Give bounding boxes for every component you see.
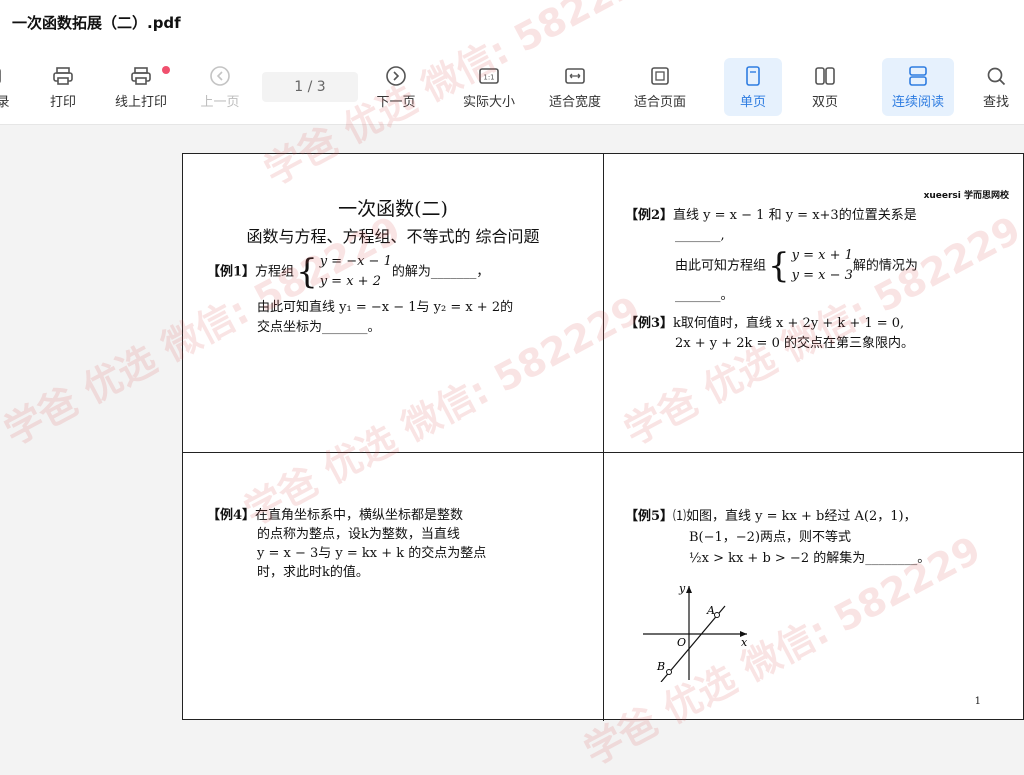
online-print-button[interactable]: 线上打印 [108,58,174,116]
x-axis-label: x [741,636,748,649]
title-bar: 一次函数拓展（二）.pdf [0,0,1024,52]
equation: y = −x − 1 [319,254,392,269]
print-button[interactable]: 打印 [38,58,88,116]
y-axis-arrow [686,586,692,593]
example-2: 【例2】直线 y = x − 1 和 y = x+3的位置关系是 _______… [625,206,1005,306]
actual-size-button[interactable]: 1:1 实际大小 [456,58,522,116]
example-text: _______, [675,228,725,243]
double-page-label: 双页 [811,94,838,110]
fit-width-label: 适合宽度 [548,94,601,110]
example-1: 【例1】方程组{y = −x − 1 y = x + 2 的解为_______， [207,252,587,292]
pdf-page: 一次函数(二) 函数与方程、方程组、不等式的 综合问题 【例1】方程组{y = … [182,153,1024,721]
page-number-input[interactable]: 1 / 3 [262,72,358,102]
example-text: k取何值时，直线 x + 2y + k + 1 = 0, [673,316,905,331]
prev-page-label: 上一页 [200,94,240,110]
cell-divider-horizontal [183,452,1024,453]
brace-glyph: { [296,252,318,292]
example-label: 【例4】 [207,508,256,523]
example-label: 【例1】 [207,264,256,280]
actual-size-label: 实际大小 [462,94,515,110]
chevron-right-circle-icon [385,65,407,87]
example-label: 【例5】 [625,509,674,524]
equation: y = x + 1 [791,248,853,263]
equation-system: y = −x − 1 y = x + 2 [320,252,392,292]
example-text: 由此可知方程组 [675,258,767,274]
search-button[interactable]: 查找 [974,58,1018,116]
cell-topic-title: 一次函数(二) 函数与方程、方程组、不等式的 综合问题 [213,194,573,247]
example-text: 在直角坐标系中，横纵坐标都是整数 [255,508,464,523]
example-5: 【例5】⑴如图，直线 y = kx + b经过 A(2，1)， B(−1，−2)… [625,506,1015,569]
search-label: 查找 [982,94,1009,110]
cell-divider-vertical [603,154,604,721]
equation: y = x − 3 [791,268,853,283]
point-b-label: B [656,660,665,673]
continuous-read-button[interactable]: 连续阅读 [882,58,954,116]
continuous-scroll-icon [907,65,929,87]
single-page-label: 单页 [739,94,766,110]
continuous-read-label: 连续阅读 [891,94,944,110]
point-b [666,669,672,675]
brand-logo: xueersi 学而思网校 [923,191,1009,201]
page-number: 1 [974,696,981,707]
print-label: 打印 [49,94,76,110]
list-icon [0,65,14,87]
example-text: 方程组 [255,264,295,280]
example-text: y = x − 3与 y = kx + k 的交点为整点 [257,546,487,561]
printer-icon [130,65,152,87]
point-a [714,612,720,618]
equation-system: y = x + 1 y = x − 3 [792,246,853,286]
prev-page-button[interactable]: 上一页 [196,58,244,116]
notification-dot [162,66,170,74]
fit-page-label: 适合页面 [633,94,686,110]
printer-icon [52,65,74,87]
example-text: 时，求此时k的值。 [257,565,369,580]
single-page-icon [742,65,764,87]
toc-label: 录 [0,94,10,110]
double-page-button[interactable]: 双页 [800,58,850,116]
single-page-button[interactable]: 单页 [724,58,782,116]
fit-width-button[interactable]: 适合宽度 [542,58,608,116]
example-text: ½x > kx + b > −2 的解集为________。 [689,551,931,566]
example-text: 直线 y = x − 1 和 y = x+3的位置关系是 [673,208,917,223]
example-1-continued: 由此可知直线 y₁ = −x − 1与 y₂ = x + 2的 交点坐标为___… [257,298,587,338]
example-label: 【例2】 [625,208,674,223]
online-print-label: 线上打印 [114,94,167,110]
next-page-label: 下一页 [376,94,416,110]
origin-label: O [677,636,686,649]
fit-page-button[interactable]: 适合页面 [627,58,693,116]
search-icon [985,65,1007,87]
example-text: B(−1，−2)两点，则不等式 [689,530,852,545]
fit-width-icon [564,65,586,87]
point-a-label: A [706,604,715,617]
fit-page-icon [649,65,671,87]
document-title: 一次函数拓展（二）.pdf [12,14,181,32]
example-text: _______。 [675,288,734,303]
document-viewer[interactable]: 一次函数(二) 函数与方程、方程组、不等式的 综合问题 【例1】方程组{y = … [0,125,1024,721]
example-text: 由此可知直线 y₁ = −x − 1与 y₂ = x + 2的 [257,300,514,315]
example-text: 的点称为整点，设k为整数，当直线 [257,527,460,542]
example-3: 【例3】k取何值时，直线 x + 2y + k + 1 = 0, 2x + y … [625,314,1005,354]
section-heading: 一次函数(二) [338,198,448,220]
section-subheading: 函数与方程、方程组、不等式的 综合问题 [246,227,540,246]
example-text: 解的情况为 [852,258,918,274]
chevron-left-circle-icon [209,65,231,87]
actual-size-icon: 1:1 [478,65,500,87]
actual-size-icon-text: 1:1 [483,73,494,81]
brace-glyph: { [768,246,790,286]
double-page-icon [814,65,836,87]
y-axis-label: y [678,582,686,595]
example-4: 【例4】在直角坐标系中，横纵坐标都是整数 的点称为整点，设k为整数，当直线 y … [207,506,587,582]
example-text: 交点坐标为_______。 [257,320,381,335]
toc-button[interactable]: 录 [0,58,14,116]
example-text: 2x + y + 2k = 0 的交点在第三象限内。 [675,336,914,351]
equation: y = x + 2 [319,274,381,289]
example-text: ⑴如图，直线 y = kx + b经过 A(2，1)， [673,509,917,524]
example-label: 【例3】 [625,316,674,331]
example-text: 的解为_______， [391,264,490,280]
next-page-button[interactable]: 下一页 [372,58,420,116]
toolbar: 录 打印 线上打印 上一页 1 / 3 下一页 1:1 实际大小 适合宽度 适合… [0,52,1024,125]
line-graph-figure: y x O A B [643,582,748,682]
